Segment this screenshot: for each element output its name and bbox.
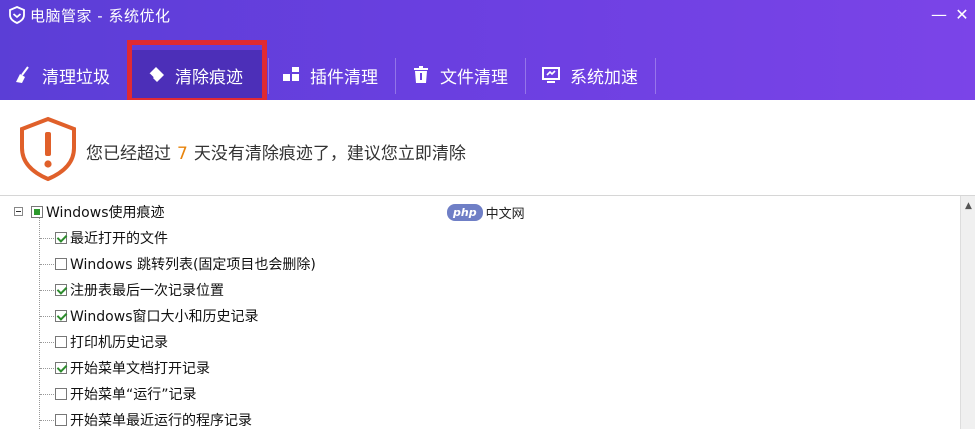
title-bar: 电脑管家 - 系统优化 — ✕ [0, 0, 975, 32]
item-checkbox[interactable] [55, 414, 67, 426]
vertical-scrollbar[interactable]: ▲ [960, 196, 975, 429]
tree-item-label: Windows 跳转列表(固定项目也会删除) [70, 257, 316, 273]
tree-item[interactable]: 开始菜单最近运行的程序记录 [55, 408, 252, 432]
tab-plugin-cleanup[interactable]: 插件清理 [280, 50, 395, 100]
monitor-icon [540, 64, 562, 86]
tree-root-label: Windows使用痕迹 [46, 205, 165, 221]
tree-item[interactable]: 开始菜单“运行”记录 [55, 382, 197, 406]
tab-label: 清理垃圾 [42, 67, 110, 88]
tab-label: 文件清理 [440, 67, 508, 88]
scroll-up-arrow-icon[interactable]: ▲ [961, 200, 975, 212]
tree-item-label: 注册表最后一次记录位置 [70, 283, 224, 299]
warning-shield-icon [20, 116, 76, 182]
notice-message: 您已经超过 7 天没有清除痕迹了，建议您立即清除 [86, 139, 466, 164]
tree-item[interactable]: 开始菜单文档打开记录 [55, 356, 210, 380]
tab-divider [525, 58, 526, 94]
item-checkbox[interactable] [55, 388, 67, 400]
tree-branch-line [40, 342, 54, 343]
item-checkbox[interactable] [55, 336, 67, 348]
tab-divider [395, 58, 396, 94]
notice-banner: 您已经超过 7 天没有清除痕迹了，建议您立即清除 [0, 100, 975, 196]
notice-prefix: 您已经超过 [86, 144, 171, 164]
tree-branch-line [40, 394, 54, 395]
watermark-text: 中文网 [485, 207, 525, 222]
tab-divider [268, 58, 269, 94]
item-checkbox[interactable] [55, 362, 67, 374]
tab-clean-junk[interactable]: 清理垃圾 [12, 50, 124, 100]
tab-file-cleanup[interactable]: 文件清理 [410, 50, 522, 100]
root-checkbox[interactable] [31, 206, 43, 218]
tree-root-item[interactable]: Windows使用痕迹 [31, 200, 165, 224]
days-count: 7 [177, 144, 188, 164]
tree-item[interactable]: Windows 跳转列表(固定项目也会删除) [55, 252, 316, 276]
watermark-badge: php [447, 204, 483, 221]
tree-item[interactable]: 注册表最后一次记录位置 [55, 278, 224, 302]
tree-item-label: 开始菜单最近运行的程序记录 [70, 413, 252, 429]
trash-icon [410, 64, 432, 86]
minimize-button[interactable]: — [928, 4, 950, 26]
tree-branch-line [40, 264, 54, 265]
window-title: 电脑管家 - 系统优化 [30, 7, 171, 25]
tree-collapse-toggle[interactable] [14, 207, 23, 216]
watermark: php 中文网 [447, 203, 525, 222]
item-checkbox[interactable] [55, 284, 67, 296]
item-checkbox[interactable] [55, 258, 67, 270]
notice-suffix: 天没有清除痕迹了，建议您立即清除 [193, 144, 466, 164]
tree-branch-line [40, 368, 54, 369]
tree-item[interactable]: 最近打开的文件 [55, 226, 168, 250]
tree-branch-line [40, 290, 54, 291]
puzzle-icon [280, 64, 302, 86]
tab-label: 系统加速 [570, 67, 638, 88]
tree-branch-line [40, 420, 54, 421]
tree-item-label: 开始菜单文档打开记录 [70, 361, 210, 377]
close-button[interactable]: ✕ [951, 4, 973, 26]
tree-branch-line [40, 238, 54, 239]
broom-icon [12, 64, 34, 86]
tree-guide-line [39, 217, 40, 429]
tree-item[interactable]: Windows窗口大小和历史记录 [55, 304, 259, 328]
tree-branch-line [40, 316, 54, 317]
highlight-box [127, 40, 267, 103]
app-logo-icon [9, 6, 25, 24]
tab-system-speedup[interactable]: 系统加速 [540, 50, 655, 100]
item-checkbox[interactable] [55, 310, 67, 322]
tree-item-label: 最近打开的文件 [70, 231, 168, 247]
tab-divider [655, 58, 656, 94]
item-checkbox[interactable] [55, 232, 67, 244]
tab-label: 插件清理 [310, 67, 378, 88]
tree-item-label: 打印机历史记录 [70, 335, 168, 351]
tree-item-label: 开始菜单“运行”记录 [70, 387, 197, 403]
tree-item-label: Windows窗口大小和历史记录 [70, 309, 259, 325]
tree-item[interactable]: 打印机历史记录 [55, 330, 168, 354]
